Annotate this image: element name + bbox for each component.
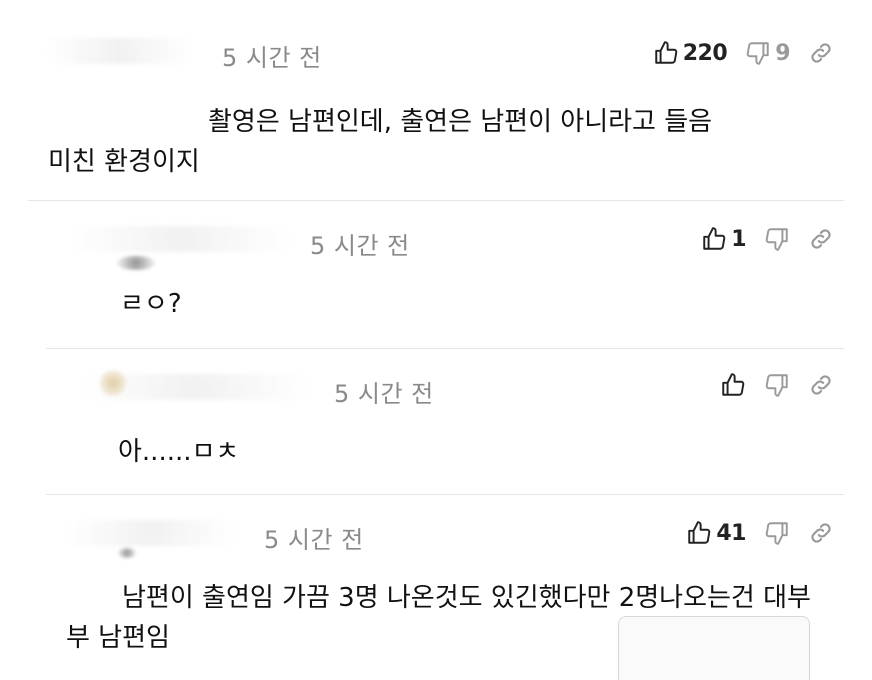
thumbs-up-icon [703, 227, 726, 250]
like-count: 41 [716, 520, 746, 546]
comment-actions: 220 9 [635, 38, 834, 68]
dislike-button[interactable] [764, 372, 790, 398]
comment-body: ㄹㅇ? [120, 284, 832, 324]
author-name-redacted [70, 226, 290, 252]
link-icon [811, 523, 831, 543]
like-button[interactable]: 41 [686, 520, 746, 546]
comment-timestamp: 5 시간 전 [222, 44, 322, 72]
comment-actions: 41 [668, 518, 834, 548]
avatar-redacted [116, 256, 156, 270]
share-link-button[interactable] [808, 226, 834, 252]
dislike-button[interactable] [764, 226, 790, 252]
comment-actions [702, 370, 834, 400]
comment-list: 5 시간 전 220 9 촬영은 남편인데, 출연은 남편이 아니라고 들음 미… [0, 0, 872, 680]
link-icon [811, 229, 831, 249]
share-link-button[interactable] [808, 40, 834, 66]
dislike-count: 9 [775, 40, 790, 66]
comment-body: 아......ㅁㅊ [118, 432, 832, 472]
comment-body-line: 아......ㅁㅊ [118, 437, 240, 467]
thumbs-up-icon [722, 373, 745, 396]
comment-body-line: 미친 환경이지 [48, 147, 200, 177]
share-link-button[interactable] [808, 372, 834, 398]
link-icon [811, 43, 831, 63]
comment-body-line: ㄹㅇ? [120, 289, 182, 319]
comment-item: 5 시간 전 아......ㅁㅊ [0, 348, 872, 494]
thumbs-down-icon [765, 228, 788, 251]
author-name-redacted [44, 38, 194, 64]
like-button[interactable]: 220 [653, 40, 728, 66]
comment-timestamp: 5 시간 전 [264, 526, 364, 554]
share-link-button[interactable] [808, 520, 834, 546]
comment-timestamp: 5 시간 전 [310, 232, 410, 260]
like-count: 1 [731, 226, 746, 252]
floating-action-box[interactable] [618, 616, 810, 680]
comment-body: 촬영은 남편인데, 출연은 남편이 아니라고 들음 미친 환경이지 [48, 102, 832, 182]
link-icon [811, 375, 831, 395]
dislike-button[interactable] [764, 520, 790, 546]
dislike-button[interactable]: 9 [745, 40, 790, 66]
avatar-redacted [100, 370, 126, 396]
like-button[interactable]: 1 [701, 226, 746, 252]
thumbs-down-icon [746, 42, 769, 65]
comment-body-line: 남편이 출연임 가끔 3명 나온것도 있긴했다만 2명나오는건 대부 [122, 583, 811, 613]
thumbs-up-icon [688, 521, 711, 544]
thumbs-down-icon [765, 374, 788, 397]
comment-timestamp: 5 시간 전 [334, 380, 434, 408]
comment-item: 5 시간 전 220 9 촬영은 남편인데, 출연은 남편이 아니라고 들음 미… [0, 0, 872, 200]
comment-actions: 1 [683, 224, 834, 254]
avatar-redacted [118, 548, 136, 558]
comment-body-line: 촬영은 남편인데, 출연은 남편이 아니라고 들음 [208, 107, 713, 137]
comment-item: 5 시간 전 1 ㄹㅇ? [0, 200, 872, 348]
author-name-redacted [66, 520, 236, 546]
thumbs-up-icon [655, 41, 678, 64]
like-count: 220 [682, 40, 728, 66]
like-button[interactable] [720, 372, 746, 398]
thumbs-down-icon [765, 522, 788, 545]
